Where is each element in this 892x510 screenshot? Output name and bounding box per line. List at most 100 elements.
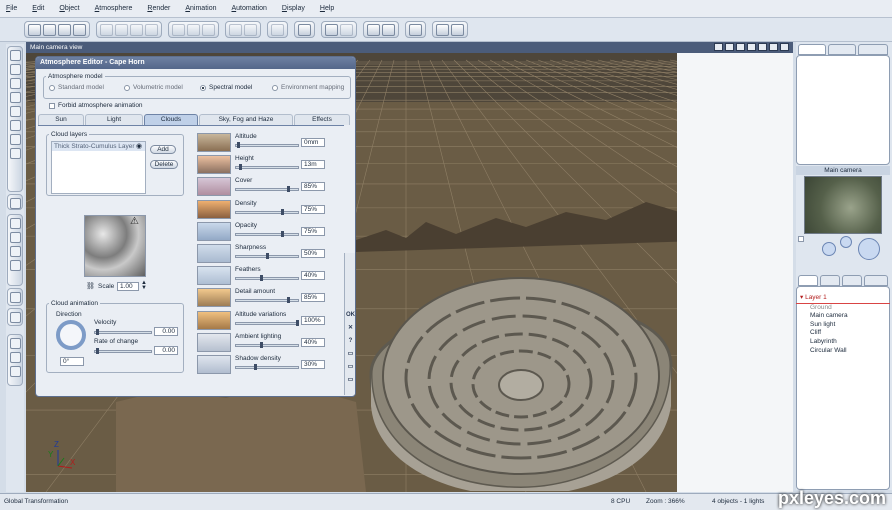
camera-icon[interactable] <box>298 23 311 36</box>
tree-item-layer-1[interactable]: ▾ Layer 1 <box>796 294 890 304</box>
cloud-layer-list[interactable]: Thick Strato-Cumulus Layer <box>51 141 146 194</box>
param-slider-thumb[interactable] <box>287 297 290 304</box>
camera-preview[interactable] <box>804 176 882 234</box>
redo-icon[interactable] <box>115 23 128 36</box>
camera-lock-checkbox[interactable] <box>798 236 804 242</box>
param-slider-thumb[interactable] <box>254 364 257 370</box>
param-value-input[interactable]: 75% <box>301 204 325 214</box>
spectral-model-radio[interactable]: Spectral model <box>200 84 252 91</box>
param-slider-thumb[interactable] <box>260 275 263 282</box>
param-slider-thumb[interactable] <box>260 341 263 348</box>
viewport-render-icon[interactable] <box>769 43 778 51</box>
save-atmosphere-icon[interactable]: ▭ <box>346 363 355 372</box>
text-object-icon[interactable] <box>9 338 21 349</box>
velocity-input[interactable]: 0.00 <box>154 327 178 336</box>
symmetrical-icon[interactable] <box>9 260 21 271</box>
edit-object-icon[interactable] <box>325 23 338 36</box>
param-value-input[interactable]: 0mm <box>301 138 325 147</box>
create-plant-icon[interactable] <box>9 134 21 145</box>
param-slider-thumb[interactable] <box>296 319 299 326</box>
menu-object[interactable]: Object <box>59 5 79 12</box>
create-cone-icon[interactable] <box>9 106 21 117</box>
param-slider[interactable] <box>235 364 299 370</box>
param-slider[interactable] <box>235 341 299 348</box>
volumetric-model-radio[interactable]: Volumetric model <box>124 84 183 91</box>
param-slider[interactable] <box>235 142 299 148</box>
tree-item-ground[interactable]: Ground <box>796 304 890 313</box>
camera-orbit-icon[interactable] <box>858 238 880 260</box>
param-slider[interactable] <box>235 297 299 304</box>
tab-clouds[interactable]: Clouds <box>144 114 198 125</box>
velocity-slider[interactable] <box>94 329 152 335</box>
copy-icon[interactable] <box>145 23 158 36</box>
param-slider[interactable] <box>235 275 299 282</box>
save-scene-icon[interactable] <box>58 23 71 36</box>
menu-animation[interactable]: Animation <box>185 5 216 12</box>
load-object-icon[interactable] <box>9 292 21 303</box>
boolean-union-icon[interactable] <box>9 218 21 229</box>
create-terrain-icon[interactable] <box>9 120 21 131</box>
tab-scene-tree[interactable] <box>798 275 818 286</box>
tree-item-cliff[interactable]: Cliff <box>796 329 890 338</box>
param-value-input[interactable]: 75% <box>301 226 325 236</box>
viewport-options-icon[interactable] <box>714 43 723 51</box>
viewport-close-icon[interactable] <box>758 43 767 51</box>
environment-mapping-radio[interactable]: Environment mapping <box>272 84 344 91</box>
param-slider-thumb[interactable] <box>239 164 242 171</box>
display-options-icon[interactable] <box>436 23 449 36</box>
cloud-layer-item[interactable]: Thick Strato-Cumulus Layer <box>52 142 145 151</box>
param-value-input[interactable]: 30% <box>301 360 325 369</box>
ungroup-icon[interactable] <box>244 23 257 36</box>
tab-scene-render[interactable] <box>864 275 888 286</box>
tab-layers[interactable] <box>858 44 888 55</box>
tab-scene-materials[interactable] <box>842 275 862 286</box>
tab-effects[interactable]: Effects <box>294 114 350 125</box>
quad-view-icon[interactable] <box>382 23 395 36</box>
load-atmosphere-icon[interactable]: ▭ <box>346 350 355 359</box>
scale-spinner[interactable]: ▲ ▼ <box>141 280 147 291</box>
camera-view-icon[interactable] <box>9 366 21 377</box>
rate-of-change-input[interactable]: 0.00 <box>154 346 178 355</box>
menu-automation[interactable]: Automation <box>231 5 266 12</box>
ok-button[interactable]: OK <box>346 311 355 320</box>
tree-item-main-camera[interactable]: Main camera <box>796 312 890 321</box>
create-cube-icon[interactable] <box>9 92 21 103</box>
boolean-subtract-icon[interactable] <box>9 232 21 243</box>
add-layer-button[interactable]: Add <box>150 145 176 154</box>
create-sphere-icon[interactable] <box>9 64 21 75</box>
new-scene-icon[interactable] <box>28 23 41 36</box>
tree-item-circular-wall[interactable]: Circular Wall <box>796 347 890 356</box>
drop-object-icon[interactable] <box>340 23 353 36</box>
param-slider-thumb[interactable] <box>266 253 269 259</box>
menu-file[interactable]: File <box>6 5 17 12</box>
param-slider-thumb[interactable] <box>237 142 240 148</box>
undo-icon[interactable] <box>100 23 113 36</box>
viewport-maximize-icon[interactable] <box>780 43 789 51</box>
help-button[interactable]: ? <box>346 337 355 346</box>
link-icon[interactable] <box>271 23 284 36</box>
layer-visibility-eye-icon[interactable]: ◉ <box>136 142 142 150</box>
material-icon[interactable] <box>9 312 21 323</box>
python-icon[interactable] <box>9 352 21 363</box>
param-value-input[interactable]: 40% <box>301 271 325 281</box>
param-slider-thumb[interactable] <box>281 230 284 237</box>
param-value-input[interactable]: 85% <box>301 293 325 303</box>
rate-of-change-slider[interactable] <box>94 348 152 354</box>
forbid-animation-checkbox[interactable]: Forbid atmosphere animation <box>49 102 143 109</box>
menu-display[interactable]: Display <box>282 5 305 12</box>
menu-render[interactable]: Render <box>147 5 170 12</box>
param-slider[interactable] <box>235 208 299 215</box>
disk-icon[interactable]: ▭ <box>346 376 355 385</box>
param-slider[interactable] <box>235 253 299 259</box>
menu-help[interactable]: Help <box>320 5 334 12</box>
param-slider[interactable] <box>235 164 299 171</box>
param-value-input[interactable]: 100% <box>301 315 325 325</box>
tab-light[interactable]: Light <box>85 114 143 125</box>
create-rock-icon[interactable] <box>9 148 21 159</box>
menu-atmosphere[interactable]: Atmosphere <box>95 5 133 12</box>
rotate-icon[interactable] <box>187 23 200 36</box>
render-icon[interactable] <box>409 23 422 36</box>
move-icon[interactable] <box>172 23 185 36</box>
single-view-icon[interactable] <box>367 23 380 36</box>
standard-model-radio[interactable]: Standard model <box>49 84 104 91</box>
